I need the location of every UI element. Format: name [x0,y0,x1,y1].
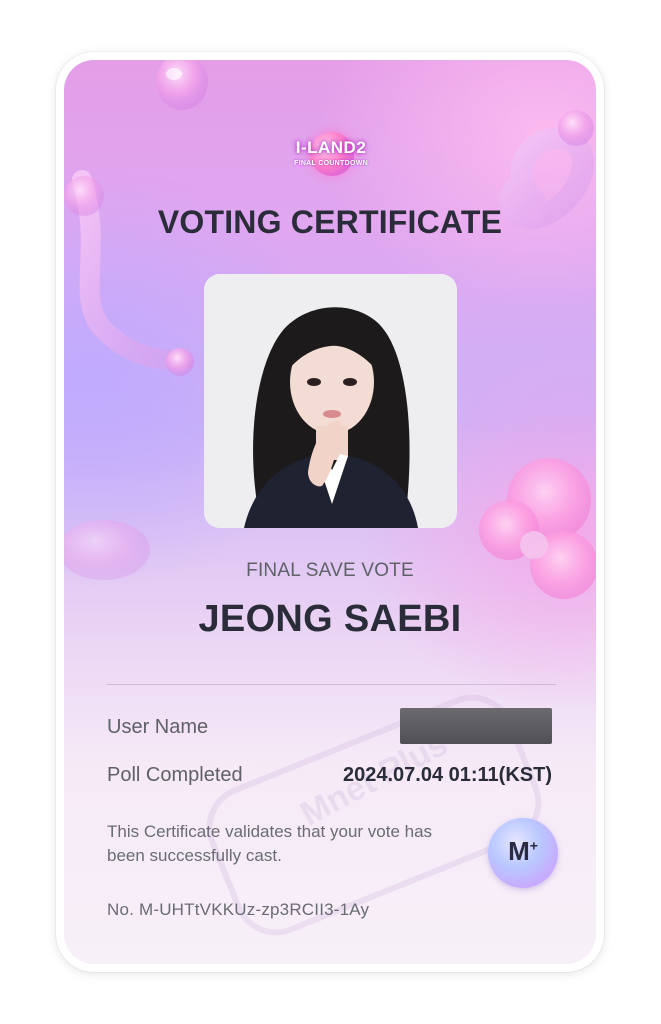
voting-certificate-card: Mnet Plus I-LAND2 FINAL COUNTDOWN VOTING… [64,60,596,964]
logo-text: I-LAND2 [295,138,367,157]
certificate-number: No. M-UHTtVKKUz-zp3RCII3-1Ay [107,900,370,919]
page: Mnet Plus I-LAND2 FINAL COUNTDOWN VOTING… [0,0,661,1024]
vote-category: FINAL SAVE VOTE [246,560,414,581]
candidate-name: JEONG SAEBI [198,598,462,640]
candidate-portrait-icon [204,274,457,528]
user-name-label: User Name [107,716,209,738]
poll-completed-value: 2024.07.04 01:11(KST) [342,764,552,786]
certificate-notice: This Certificate validates that your vot… [107,822,433,865]
certificate-title: VOTING CERTIFICATE [157,204,503,240]
poll-completed-label: Poll Completed [107,764,243,786]
divider [106,684,556,685]
mnet-plus-button[interactable]: M+ [488,818,558,888]
iland2-logo: I-LAND2 FINAL COUNTDOWN [290,128,372,186]
logo-subtitle: FINAL COUNTDOWN [294,160,368,167]
mnet-plus-icon: M+ [508,836,538,866]
candidate-photo [204,274,457,528]
user-name-redacted [400,708,552,744]
